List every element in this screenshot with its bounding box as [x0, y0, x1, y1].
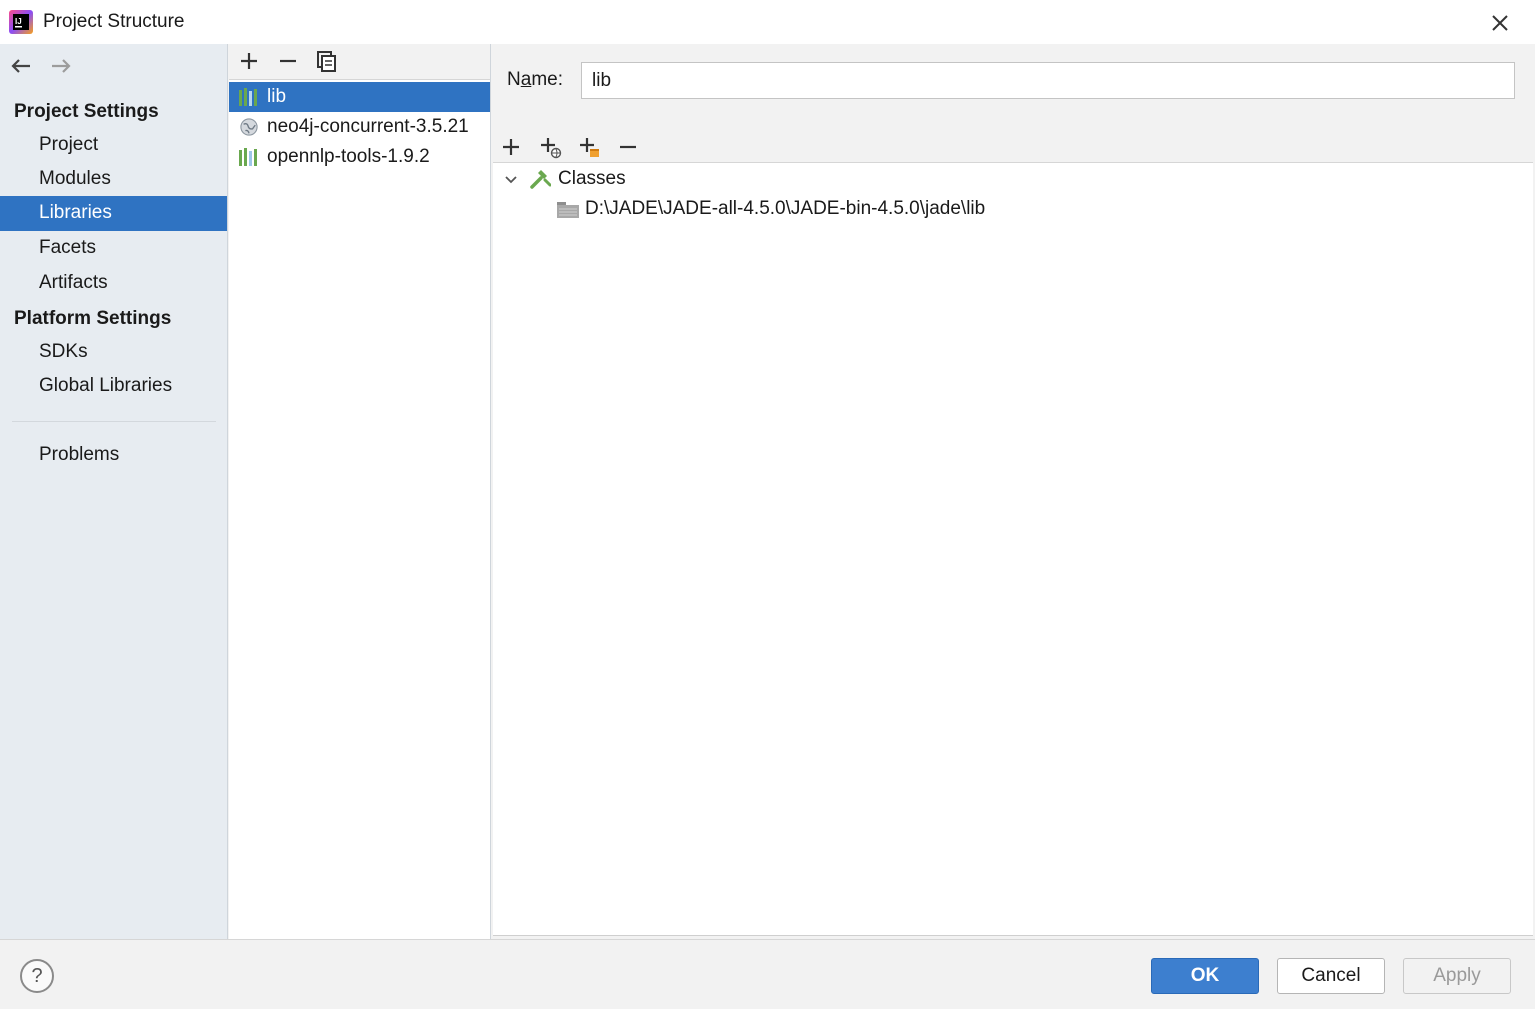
- title-bar: IJ Project Structure: [0, 0, 1535, 44]
- help-button[interactable]: ?: [20, 959, 54, 993]
- cancel-button[interactable]: Cancel: [1277, 958, 1385, 994]
- nav-divider: [12, 421, 216, 422]
- library-item-lib[interactable]: lib: [229, 82, 490, 112]
- tree-node-classes[interactable]: Classes: [493, 164, 893, 194]
- copy-icon[interactable]: [315, 49, 339, 73]
- remove-icon[interactable]: [276, 49, 300, 73]
- library-list-toolbar: [229, 44, 490, 80]
- classes-toolbar: [492, 130, 1535, 162]
- tree-node-label: D:\JADE\JADE-all-4.5.0\JADE-bin-4.5.0\ja…: [585, 198, 986, 219]
- add-icon[interactable]: [237, 49, 261, 73]
- nav-item-problems[interactable]: Problems: [0, 438, 227, 473]
- globe-library-icon: [240, 118, 258, 136]
- library-icon: [239, 88, 257, 106]
- library-item-neo4j[interactable]: neo4j-concurrent-3.5.21: [229, 112, 490, 142]
- library-item-label: neo4j-concurrent-3.5.21: [267, 116, 469, 137]
- folder-icon: [557, 202, 579, 218]
- svg-text:IJ: IJ: [15, 17, 22, 26]
- forward-arrow-icon[interactable]: [48, 54, 74, 78]
- hammer-icon: [530, 170, 551, 189]
- classes-tree: Classes D:\JADE\JADE-all-4.5.0\JADE-bin-…: [493, 162, 1533, 936]
- library-detail-panel: Name: Classes: [492, 44, 1535, 939]
- add-jar-icon[interactable]: [577, 135, 601, 159]
- ok-button[interactable]: OK: [1151, 958, 1259, 994]
- chevron-down-icon[interactable]: [503, 172, 519, 188]
- apply-button[interactable]: Apply: [1403, 958, 1511, 994]
- nav-item-libraries[interactable]: Libraries: [0, 196, 227, 231]
- library-item-label: opennlp-tools-1.9.2: [267, 146, 430, 167]
- nav-item-modules[interactable]: Modules: [0, 162, 227, 197]
- add-icon[interactable]: [499, 135, 523, 159]
- nav-item-sdks[interactable]: SDKs: [0, 335, 227, 370]
- window-title: Project Structure: [43, 11, 185, 32]
- library-icon: [239, 148, 257, 166]
- name-input[interactable]: [581, 62, 1515, 99]
- library-list-panel: lib neo4j-concurrent-3.5.21 opennlp-tool…: [229, 44, 491, 939]
- tree-node-label: Classes: [558, 168, 626, 189]
- nav-item-facets[interactable]: Facets: [0, 231, 227, 266]
- nav-item-project[interactable]: Project: [0, 128, 227, 163]
- remove-icon[interactable]: [616, 135, 640, 159]
- nav-item-artifacts[interactable]: Artifacts: [0, 266, 227, 301]
- tree-node-path[interactable]: D:\JADE\JADE-all-4.5.0\JADE-bin-4.5.0\ja…: [493, 194, 1293, 224]
- library-item-opennlp[interactable]: opennlp-tools-1.9.2: [229, 142, 490, 172]
- close-icon[interactable]: [1487, 10, 1513, 36]
- nav-item-global-libraries[interactable]: Global Libraries: [0, 369, 227, 404]
- settings-nav-panel: Project Settings Project Modules Librari…: [0, 44, 228, 939]
- dialog-button-bar: ? OK Cancel Apply: [0, 939, 1535, 1009]
- add-url-icon[interactable]: [538, 135, 562, 159]
- library-item-label: lib: [267, 86, 287, 107]
- name-label: Name:: [507, 69, 563, 90]
- project-settings-header: Project Settings: [14, 101, 159, 122]
- intellij-app-icon: IJ: [9, 10, 33, 34]
- platform-settings-header: Platform Settings: [14, 308, 172, 329]
- back-arrow-icon[interactable]: [8, 54, 34, 78]
